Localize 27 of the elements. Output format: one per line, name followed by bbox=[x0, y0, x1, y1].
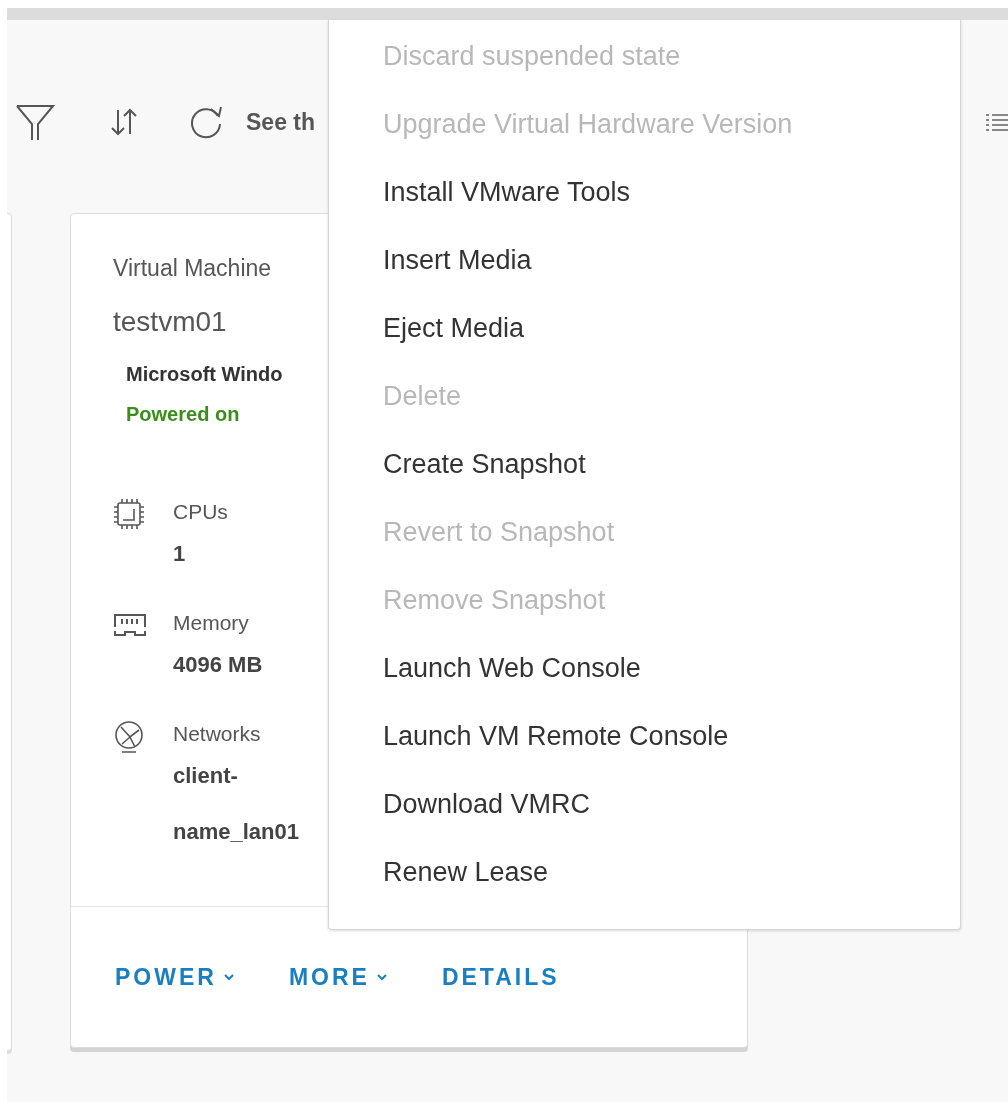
os-label: Microsoft Windo bbox=[126, 362, 283, 387]
menu-item[interactable]: Eject Media bbox=[329, 294, 960, 362]
menu-item[interactable]: Download VMRC bbox=[329, 770, 960, 838]
spec-value: 4096 MB bbox=[173, 651, 263, 679]
spec-value: client- bbox=[173, 762, 239, 790]
spec-label: Memory bbox=[173, 610, 250, 636]
refresh-icon[interactable] bbox=[188, 104, 224, 140]
menu-item[interactable]: Launch VM Remote Console bbox=[329, 702, 960, 770]
menu-item[interactable]: Renew Lease bbox=[329, 838, 960, 906]
power-status: Powered on bbox=[126, 402, 240, 427]
menu-item[interactable]: Create Snapshot bbox=[329, 430, 960, 498]
action-button[interactable]: POWER bbox=[105, 957, 245, 997]
spec-label: CPUs bbox=[173, 499, 228, 525]
spec-value: 1 bbox=[173, 540, 187, 568]
menu-item[interactable]: Insert Media bbox=[329, 226, 960, 294]
cpu-icon bbox=[113, 498, 147, 532]
list-view-icon[interactable] bbox=[986, 112, 1008, 132]
menu-item[interactable]: Launch Web Console bbox=[329, 634, 960, 702]
spec-label: Networks bbox=[173, 721, 262, 747]
action-button[interactable]: DETAILS bbox=[431, 957, 570, 997]
type-label: Virtual Machine bbox=[113, 254, 272, 283]
vm-name: testvm01 bbox=[113, 305, 227, 339]
menu-item[interactable]: Install VMware Tools bbox=[329, 158, 960, 226]
link[interactable]: See th bbox=[246, 108, 316, 136]
spec-value: name_lan01 bbox=[173, 818, 299, 846]
filter-icon[interactable] bbox=[15, 102, 55, 142]
action-button[interactable]: MORE bbox=[278, 957, 398, 997]
